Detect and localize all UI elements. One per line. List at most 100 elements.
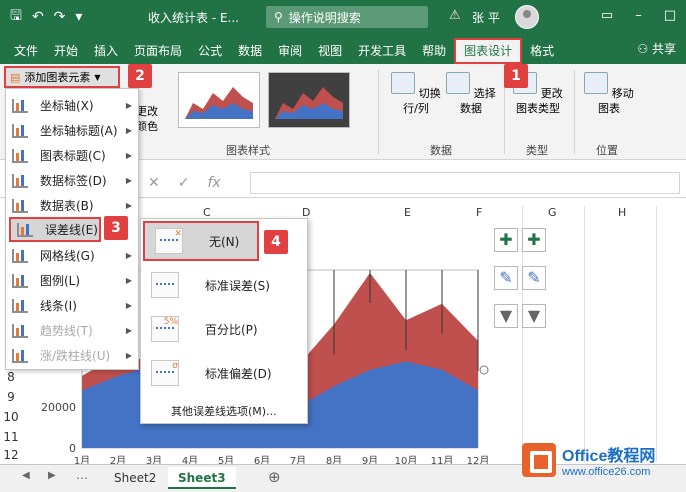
chart-filters-button-2[interactable]: ▼	[522, 304, 546, 328]
watermark: Office教程网 www.office26.com	[522, 436, 684, 484]
separator	[574, 70, 575, 154]
tab-formulas[interactable]: 公式	[190, 38, 230, 64]
y-tick-label: 20000	[41, 401, 76, 414]
add-sheet-icon[interactable]: ⊕	[268, 468, 281, 486]
menu-label: 数据表(B)	[40, 199, 94, 213]
tab-data[interactable]: 数据	[230, 38, 270, 64]
sheet-tab-sheet2[interactable]: Sheet2	[104, 467, 166, 489]
tab-home[interactable]: 开始	[46, 38, 86, 64]
chart-styles-button[interactable]: ✎	[494, 266, 518, 290]
chart-style-thumb-1[interactable]	[178, 72, 260, 128]
menu-item-data-labels[interactable]: 数据标签(D) ▶	[6, 168, 138, 193]
submenu-item-none[interactable]: ✕ 无(N)	[143, 221, 259, 261]
tab-view[interactable]: 视图	[310, 38, 350, 64]
callout-3: 3	[104, 216, 128, 240]
sheet-tab-sheet3[interactable]: Sheet3	[168, 467, 236, 489]
menu-item-axis-titles[interactable]: 坐标轴标题(A) ▶	[6, 118, 138, 143]
share-button[interactable]: ⚇ 共享	[637, 40, 676, 57]
formula-input[interactable]	[250, 172, 680, 194]
save-icon[interactable]: 🖫	[10, 5, 22, 29]
more-error-bar-options[interactable]: 其他误差线选项(M)...	[171, 403, 277, 419]
submenu-item-standard-error[interactable]: 标准误差(S)	[141, 265, 307, 305]
menu-item-axes[interactable]: 坐标轴(X) ▶	[6, 93, 138, 118]
tab-developer[interactable]: 开发工具	[350, 38, 414, 64]
search-placeholder: 操作说明搜索	[288, 10, 361, 25]
tab-chart-design[interactable]: 图表设计	[454, 38, 523, 64]
x-tick-label: 11月	[431, 455, 454, 464]
change-colors-button[interactable]: 更改 颜色	[136, 104, 158, 134]
submenu-arrow-icon: ▶	[125, 176, 132, 185]
submenu-arrow-icon: ▶	[125, 101, 132, 110]
menu-item-data-table[interactable]: 数据表(B) ▶	[6, 193, 138, 218]
row-header-12[interactable]: 12	[0, 448, 22, 462]
chart-styles-button-2[interactable]: ✎	[522, 266, 546, 290]
up-down-bars-icon	[12, 348, 28, 363]
chart-style-thumb-2[interactable]	[268, 72, 350, 128]
tab-format[interactable]: 格式	[522, 38, 562, 64]
more-sheets-icon[interactable]: …	[76, 468, 88, 482]
tab-file[interactable]: 文件	[6, 38, 46, 64]
menu-label: 趋势线(T)	[40, 324, 93, 338]
data-labels-icon	[12, 173, 28, 188]
tab-help[interactable]: 帮助	[414, 38, 454, 64]
search-box[interactable]: ⚲ 操作说明搜索	[266, 6, 428, 28]
column-header-h[interactable]: H	[618, 206, 626, 224]
office-logo-icon	[522, 443, 556, 477]
maximize-icon[interactable]: □	[664, 8, 676, 23]
customize-qat-icon[interactable]: ▾	[75, 9, 82, 25]
callout-1: 1	[504, 64, 528, 88]
x-tick-label: 1月	[74, 455, 90, 464]
row-header-11[interactable]: 11	[0, 430, 22, 444]
avatar[interactable]	[515, 5, 539, 29]
submenu-arrow-icon: ▶	[125, 301, 132, 310]
redo-icon[interactable]: ↷	[54, 9, 66, 25]
scroll-right-icon[interactable]: ▶	[48, 470, 56, 481]
menu-label: 线条(I)	[40, 299, 77, 313]
x-tick-label: 8月	[326, 455, 342, 464]
lightbulb-icon: ⚲	[274, 10, 283, 24]
resize-handle[interactable]	[479, 365, 489, 375]
menu-item-legend[interactable]: 图例(L) ▶	[6, 268, 138, 293]
ribbon-display-icon[interactable]: ▭	[601, 8, 613, 23]
tab-review[interactable]: 审阅	[270, 38, 310, 64]
menu-label: 坐标轴标题(A)	[40, 124, 118, 138]
submenu-arrow-icon: ▶	[125, 126, 132, 135]
chart-elements-button-2[interactable]: ✚	[522, 228, 546, 252]
submenu-label: 百分比(P)	[205, 322, 258, 337]
row-header-8[interactable]: 8	[0, 370, 22, 384]
switch-row-col-button[interactable]: 切换行/列	[388, 72, 444, 116]
x-tick-label: 6月	[254, 455, 270, 464]
submenu-arrow-icon: ▶	[125, 326, 132, 335]
scroll-left-icon[interactable]: ◀	[22, 470, 30, 481]
x-tick-label: 10月	[395, 455, 418, 464]
enter-icon[interactable]: ✓	[178, 175, 208, 191]
x-tick-label: 4月	[182, 455, 198, 464]
menu-item-error-bars[interactable]: 误差线(E)	[9, 217, 101, 242]
warning-icon[interactable]: ⚠	[449, 8, 461, 23]
menu-item-chart-title[interactable]: 图表标题(C) ▶	[6, 143, 138, 168]
change-colors-label: 更改 颜色	[136, 105, 158, 133]
fx-icon[interactable]: fx	[207, 175, 220, 191]
watermark-line1: Office教程网	[562, 448, 656, 465]
column-header-g[interactable]: G	[548, 206, 557, 224]
undo-icon[interactable]: ↶	[32, 9, 44, 25]
add-chart-element-button[interactable]: ▤ 添加图表元素 ▼	[4, 66, 120, 88]
submenu-item-standard-deviation[interactable]: σ 标准偏差(D)	[141, 353, 307, 393]
row-header-9[interactable]: 9	[0, 390, 22, 404]
menu-label: 图例(L)	[40, 274, 81, 288]
minimize-icon[interactable]: –	[635, 8, 642, 23]
submenu-item-percentage[interactable]: 5% 百分比(P)	[141, 309, 307, 349]
menu-item-lines[interactable]: 线条(I) ▶	[6, 293, 138, 318]
move-chart-button[interactable]: 移动图表	[580, 72, 638, 116]
chart-filters-button[interactable]: ▼	[494, 304, 518, 328]
cancel-icon[interactable]: ✕	[148, 175, 178, 191]
menu-item-gridlines[interactable]: 网格线(G) ▶	[6, 243, 138, 268]
tab-insert[interactable]: 插入	[86, 38, 126, 64]
user-name[interactable]: 张 平	[472, 9, 500, 26]
menu-label: 网格线(G)	[40, 249, 95, 263]
select-data-button[interactable]: 选择数据	[446, 72, 496, 116]
row-header-10[interactable]: 10	[0, 410, 22, 424]
chart-elements-button[interactable]: ✚	[494, 228, 518, 252]
menu-label: 坐标轴(X)	[40, 99, 94, 113]
tab-page-layout[interactable]: 页面布局	[126, 38, 190, 64]
